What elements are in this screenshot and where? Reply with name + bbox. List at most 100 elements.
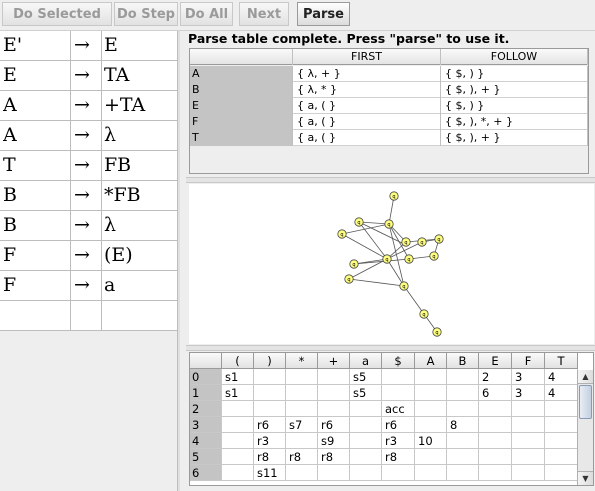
scroll-up-icon[interactable]: ▲	[578, 370, 593, 384]
table-row[interactable]: F { a, ( } { $, ), *, + }	[190, 114, 588, 130]
column-header[interactable]: F	[512, 353, 545, 369]
table-cell[interactable]	[512, 449, 545, 465]
state-node[interactable]: q	[417, 237, 427, 247]
column-header[interactable]: +	[318, 353, 350, 369]
table-cell[interactable]	[512, 401, 545, 417]
state-node[interactable]: q	[399, 281, 409, 291]
table-cell[interactable]	[447, 369, 479, 385]
table-cell[interactable]	[382, 369, 415, 385]
table-cell[interactable]	[222, 433, 254, 449]
table-cell[interactable]	[222, 449, 254, 465]
table-cell[interactable]: r6	[254, 417, 286, 433]
table-cell[interactable]: 4	[545, 385, 578, 401]
scroll-down-icon[interactable]: ▼	[578, 471, 593, 485]
column-header[interactable]: B	[447, 353, 479, 369]
table-cell[interactable]	[447, 401, 479, 417]
table-cell[interactable]	[479, 465, 512, 481]
table-cell[interactable]: s1	[222, 385, 254, 401]
table-cell[interactable]	[545, 417, 578, 433]
table-cell[interactable]: s9	[318, 433, 350, 449]
grammar-row[interactable]: A → λ	[0, 121, 179, 151]
follow-cell[interactable]: { $, ) }	[441, 66, 588, 82]
table-cell[interactable]: r8	[286, 449, 318, 465]
table-cell[interactable]	[382, 385, 415, 401]
table-row[interactable]: 3 r6 s7 r6 r6 8	[190, 417, 578, 433]
table-cell[interactable]: 2	[479, 369, 512, 385]
table-cell[interactable]: s5	[350, 369, 382, 385]
grammar-row-empty[interactable]	[0, 301, 179, 331]
table-cell[interactable]	[318, 369, 350, 385]
table-cell[interactable]	[222, 417, 254, 433]
state-node[interactable]: q	[389, 191, 399, 201]
table-cell[interactable]	[286, 433, 318, 449]
table-cell[interactable]	[512, 433, 545, 449]
table-cell[interactable]	[318, 385, 350, 401]
column-header[interactable]	[190, 353, 222, 369]
table-cell[interactable]	[286, 385, 318, 401]
table-row[interactable]: 2 acc	[190, 401, 578, 417]
table-cell[interactable]	[479, 401, 512, 417]
scroll-thumb[interactable]	[579, 385, 592, 419]
split-divider-top[interactable]	[186, 177, 595, 183]
grammar-row[interactable]: T → FB	[0, 151, 179, 181]
table-cell[interactable]: r8	[382, 449, 415, 465]
follow-cell[interactable]: { $, ) }	[441, 98, 588, 114]
grammar-row[interactable]: B → *FB	[0, 181, 179, 211]
table-cell[interactable]: r6	[318, 417, 350, 433]
table-row[interactable]: B { λ, * } { $, ), + }	[190, 82, 588, 98]
column-header[interactable]	[190, 49, 293, 65]
vertical-scrollbar[interactable]: ▲ ▼	[577, 370, 593, 485]
column-header[interactable]: *	[286, 353, 318, 369]
table-cell[interactable]	[286, 369, 318, 385]
table-row[interactable]: T { a, ( } { $, ), + }	[190, 130, 588, 146]
table-cell[interactable]	[382, 465, 415, 481]
table-cell[interactable]: 4	[545, 369, 578, 385]
table-cell[interactable]	[447, 385, 479, 401]
column-header[interactable]: (	[222, 353, 254, 369]
table-cell[interactable]	[415, 449, 447, 465]
table-cell[interactable]	[545, 401, 578, 417]
lr-parse-table[interactable]: ( ) * + a $ A B E F T 0 s1 s5 2 3 4 1 s1…	[189, 352, 594, 486]
table-cell[interactable]	[512, 465, 545, 481]
table-cell[interactable]	[479, 449, 512, 465]
table-cell[interactable]	[286, 401, 318, 417]
column-header-first[interactable]: FIRST	[293, 49, 441, 65]
table-row[interactable]: 6 s11	[190, 465, 578, 481]
table-cell[interactable]	[222, 401, 254, 417]
first-cell[interactable]: { a, ( }	[293, 98, 441, 114]
column-header[interactable]: a	[350, 353, 382, 369]
table-cell[interactable]: r3	[254, 433, 286, 449]
split-pane-divider[interactable]	[177, 31, 180, 491]
table-cell[interactable]	[318, 465, 350, 481]
column-header[interactable]: T	[545, 353, 578, 369]
state-node[interactable]: q	[382, 254, 392, 264]
column-header[interactable]: $	[382, 353, 415, 369]
table-cell[interactable]	[222, 465, 254, 481]
table-cell[interactable]	[350, 401, 382, 417]
state-node[interactable]: q	[419, 309, 429, 319]
do-selected-button[interactable]: Do Selected	[2, 2, 112, 26]
table-cell[interactable]	[545, 433, 578, 449]
table-cell[interactable]	[415, 369, 447, 385]
table-cell[interactable]	[479, 417, 512, 433]
table-row[interactable]: A { λ, + } { $, ) }	[190, 66, 588, 82]
table-row[interactable]: 4 r3 s9 r3 10	[190, 433, 578, 449]
state-node[interactable]: q	[337, 229, 347, 239]
state-node[interactable]: q	[354, 217, 364, 227]
table-cell[interactable]: s1	[222, 369, 254, 385]
table-cell[interactable]	[415, 401, 447, 417]
column-header[interactable]: A	[415, 353, 447, 369]
table-cell[interactable]	[350, 465, 382, 481]
follow-cell[interactable]: { $, ), + }	[441, 130, 588, 146]
grammar-row[interactable]: E → TA	[0, 61, 179, 91]
table-cell[interactable]	[545, 449, 578, 465]
table-cell[interactable]	[318, 401, 350, 417]
state-node[interactable]: q	[432, 327, 442, 337]
table-cell[interactable]: 3	[512, 369, 545, 385]
table-row[interactable]: E { a, ( } { $, ) }	[190, 98, 588, 114]
table-cell[interactable]: s7	[286, 417, 318, 433]
first-cell[interactable]: { a, ( }	[293, 114, 441, 130]
state-node[interactable]: q	[401, 237, 411, 247]
table-cell[interactable]	[415, 417, 447, 433]
table-cell[interactable]	[350, 433, 382, 449]
